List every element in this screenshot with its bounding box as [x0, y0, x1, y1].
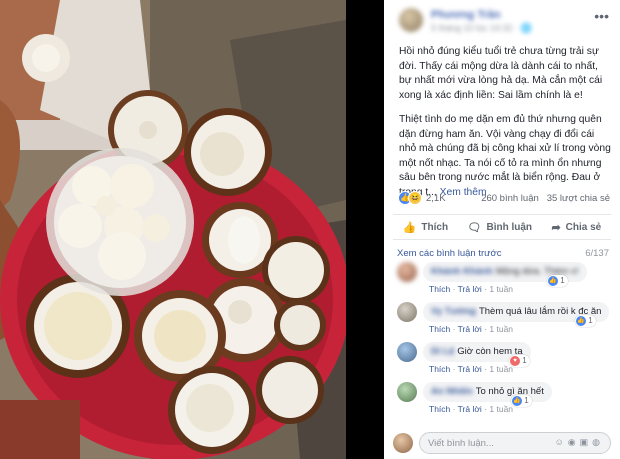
comment-reply-link[interactable]: Trả lời: [458, 404, 482, 414]
post-detail-panel: Phương Trần 5 tháng 10 lúc 14:32 · 🌐 •••…: [384, 0, 620, 459]
post-header: Phương Trần 5 tháng 10 lúc 14:32 · 🌐 •••: [384, 0, 620, 40]
comment-button-label: Bình luận: [486, 221, 533, 233]
commenter-name[interactable]: Vy Tường: [431, 306, 476, 317]
comment-button[interactable]: 🗨 Bình luận: [468, 221, 533, 234]
thumbs-up-icon: 👍: [402, 221, 417, 234]
comment-reaction-badge[interactable]: 👍 1: [511, 395, 532, 407]
commenter-avatar[interactable]: [397, 262, 417, 282]
comment-input-placeholder: Viết bình luận...: [428, 438, 494, 449]
comment-reply-link[interactable]: Trả lời: [458, 324, 482, 334]
reaction-count[interactable]: 2,1K: [426, 193, 446, 204]
coconut-photo-illustration: [0, 0, 346, 459]
comment-like-link[interactable]: Thích: [429, 284, 450, 294]
comment-like-link[interactable]: Thích: [429, 364, 450, 374]
commenter-name[interactable]: Khánh Khánh: [431, 266, 493, 277]
comment-actions: Thích · Trả lời · 1 tuần: [429, 404, 514, 414]
comment-composer: Viết bình luận... ☺◉▣◍: [393, 432, 611, 454]
sticker-icon[interactable]: ◍: [592, 437, 604, 447]
like-button-label: Thích: [421, 221, 449, 233]
photo-viewer: Phương Trần 5 tháng 10 lúc 14:32 · 🌐 •••…: [0, 0, 620, 459]
post-actions-bar: 👍 Thích 🗨 Bình luận ➦ Chia sẻ: [393, 214, 611, 240]
like-reaction-icon: 👍: [548, 276, 558, 286]
comment-time[interactable]: 1 tuần: [489, 324, 513, 334]
comment-count[interactable]: 260 bình luận: [481, 193, 539, 204]
comment-time[interactable]: 1 tuần: [489, 404, 513, 414]
comment-reply-link[interactable]: Trả lời: [458, 364, 482, 374]
like-reaction-icon: 👍: [512, 396, 522, 406]
more-horizontal-icon[interactable]: •••: [594, 8, 609, 24]
share-button[interactable]: ➦ Chia sẻ: [551, 221, 601, 234]
post-timestamp[interactable]: 5 tháng 10 lúc 14:32 · 🌐: [431, 23, 561, 34]
comment-like-link[interactable]: Thích: [429, 404, 450, 414]
comments-header: Xem các bình luận trước 6/137: [397, 248, 609, 259]
comment-time[interactable]: 1 tuần: [489, 364, 513, 374]
comment-like-link[interactable]: Thích: [429, 324, 450, 334]
comment-reaction-badge[interactable]: 👍 1: [575, 315, 596, 327]
camera-icon[interactable]: ◉: [568, 437, 580, 447]
post-photo[interactable]: [0, 0, 346, 459]
comment-reaction-count: 1: [522, 356, 527, 365]
comment-reaction-badge[interactable]: 👍 1: [547, 275, 568, 287]
current-user-avatar: [393, 433, 413, 453]
author-avatar[interactable]: [399, 8, 423, 32]
comment-pagination-count: 6/137: [585, 248, 609, 259]
comment-text: To nhỏ gì ăn hết: [475, 386, 544, 397]
comment-actions: Thích · Trả lời · 1 tuần: [429, 324, 514, 334]
haha-reaction-icon[interactable]: 😆: [408, 191, 422, 205]
commenter-avatar[interactable]: [397, 382, 417, 402]
like-reaction-icon: 👍: [576, 316, 586, 326]
caption-text: Thiệt tình do mẹ dặn em đủ thứ nhưng quê…: [399, 114, 611, 198]
author-name[interactable]: Phương Trần: [431, 9, 581, 21]
comment-actions: Thích · Trả lời · 1 tuần: [429, 364, 514, 374]
commenter-avatar[interactable]: [397, 342, 417, 362]
comment-reaction-count: 1: [560, 276, 565, 285]
comment-reply-link[interactable]: Trả lời: [458, 284, 482, 294]
comment-actions: Thích · Trả lời · 1 tuần: [429, 284, 514, 294]
like-button[interactable]: 👍 Thích: [403, 221, 448, 234]
comment-bubble: An Nhiên To nhỏ gì ăn hết: [423, 382, 552, 402]
comment-text: Mộng dừa. Thèm v!: [495, 266, 579, 277]
commenter-name[interactable]: An Nhiên: [431, 386, 473, 397]
comment-time[interactable]: 1 tuần: [489, 284, 513, 294]
comment-input[interactable]: Viết bình luận... ☺◉▣◍: [419, 432, 611, 454]
caption-paragraph: Hồi nhỏ đúng kiểu tuổi trẻ chưa từng trả…: [399, 46, 603, 101]
commenter-name[interactable]: Di Lệ: [431, 346, 454, 357]
view-previous-comments-link[interactable]: Xem các bình luận trước: [397, 248, 501, 259]
comment-share-counts: 260 bình luận 35 lượt chia sẻ: [481, 193, 610, 204]
caption-paragraph: Thiệt tình do mẹ dặn em đủ thứ nhưng quê…: [399, 113, 611, 200]
comment-reaction-count: 1: [588, 316, 593, 325]
share-icon: ➦: [551, 221, 561, 234]
reaction-summary: 👍 😆 2,1K 260 bình luận 35 lượt chia sẻ: [398, 190, 610, 206]
post-caption: Hồi nhỏ đúng kiểu tuổi trẻ chưa từng trả…: [399, 45, 611, 210]
share-count[interactable]: 35 lượt chia sẻ: [547, 193, 610, 204]
comment-reaction-count: 1: [524, 396, 529, 405]
composer-icons: ☺◉▣◍: [555, 437, 604, 448]
comment-icon: 🗨: [467, 221, 482, 234]
share-button-label: Chia sẻ: [565, 221, 602, 233]
commenter-avatar[interactable]: [397, 302, 417, 322]
gif-icon[interactable]: ▣: [580, 437, 593, 447]
emoji-icon[interactable]: ☺: [555, 437, 568, 447]
